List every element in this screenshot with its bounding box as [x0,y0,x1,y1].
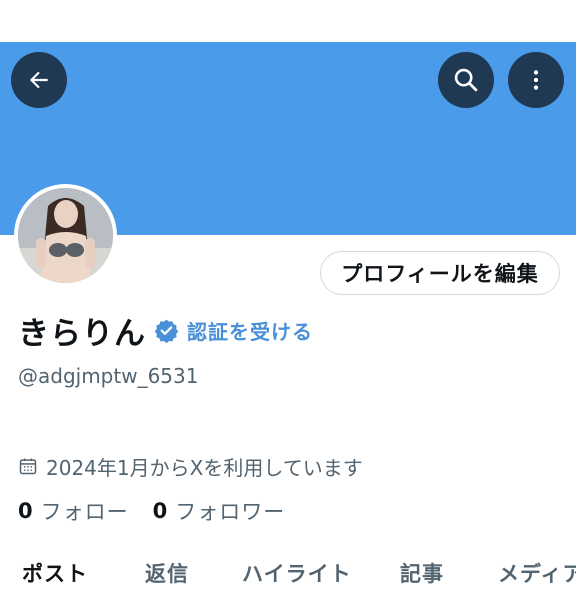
join-date-text: 2024年1月からXを利用しています [46,455,363,480]
get-verified-link[interactable]: 認証を受ける [187,316,313,345]
arrow-left-icon [29,71,48,89]
followers-link[interactable]: 0 フォロワー [153,496,286,526]
avatar-photo [18,188,113,283]
tab-articles[interactable]: 記事 [400,558,444,588]
following-label: フォロー [40,500,129,524]
more-vertical-icon [533,70,539,90]
avatar-figure [18,188,113,283]
following-count: 0 [18,499,33,523]
search-button[interactable] [438,52,494,108]
tab-highlights[interactable]: ハイライト [242,558,352,588]
search-icon [454,68,478,92]
followers-count: 0 [152,499,168,523]
calendar-icon [19,458,37,475]
following-link[interactable]: 0 フォロー [18,496,129,526]
edit-profile-button[interactable]: プロフィールを編集 [320,251,560,295]
tab-media[interactable]: メディア [498,558,576,588]
user-handle: @adgjmptw_6531 [18,364,199,388]
join-date: 2024年1月からXを利用しています [18,452,363,480]
tab-replies[interactable]: 返信 [145,558,189,588]
display-name: きらりん [18,315,146,352]
followers-label: フォロワー [175,500,286,524]
avatar[interactable] [14,184,117,287]
tab-posts[interactable]: ポスト [22,558,88,588]
profile-tabs: ポスト 返信 ハイライト 記事 メディア [0,558,576,598]
follow-stats: 0 フォロー 0 フォロワー [18,497,285,525]
profile-name-row: きらりん 認証を受ける [18,308,313,352]
verified-badge-icon [154,319,179,343]
more-options-button[interactable] [508,52,564,108]
back-button[interactable] [11,52,67,108]
